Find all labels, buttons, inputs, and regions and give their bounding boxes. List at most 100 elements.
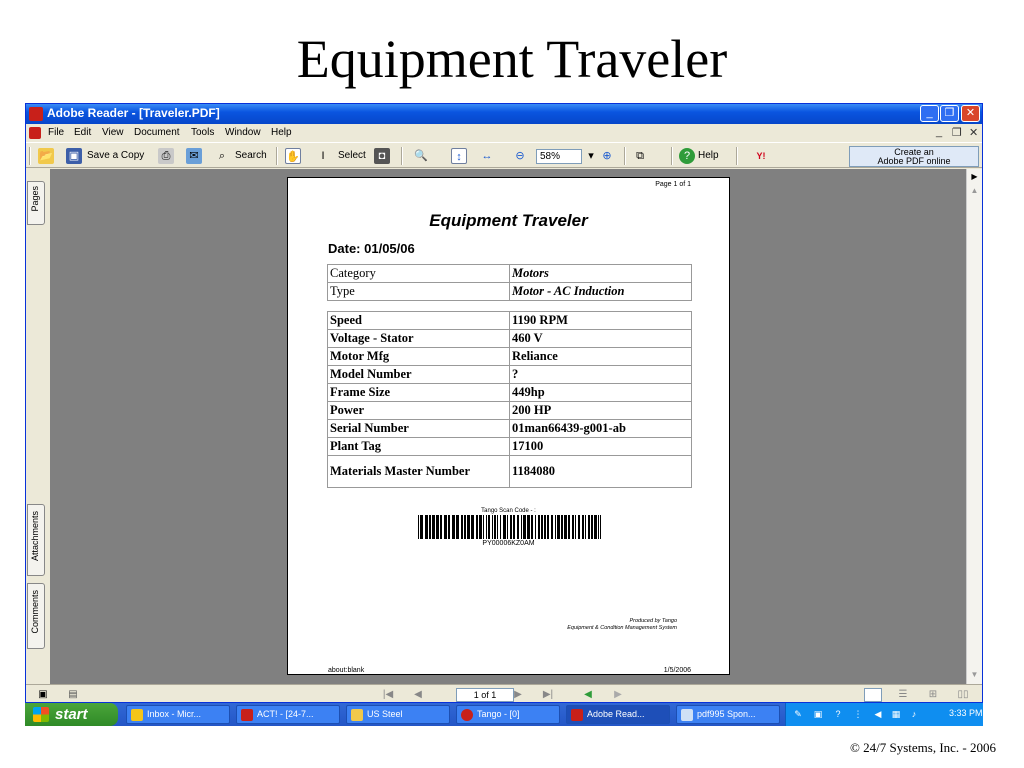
barcode-bar xyxy=(420,515,423,539)
single-page-icon[interactable] xyxy=(864,688,882,702)
task-act[interactable]: ACT! - [24-7... xyxy=(236,705,340,724)
tray-app-icon[interactable]: ▦ xyxy=(890,708,902,720)
help-icon[interactable]: ? xyxy=(679,148,695,164)
page-layout-icon[interactable]: ▤ xyxy=(66,688,80,702)
continuous-facing-icon[interactable]: ⊞ xyxy=(926,688,940,702)
task-adobe-reader[interactable]: Adobe Read... xyxy=(566,705,670,724)
doc-restore-icon[interactable]: ❐ xyxy=(952,126,962,139)
monitor-icon[interactable]: ▣ xyxy=(36,688,50,702)
barcode-bar xyxy=(507,515,508,539)
print-icon[interactable]: ⎙ xyxy=(158,148,174,164)
document-view[interactable]: Page 1 of 1 Equipment Traveler Date: 01/… xyxy=(50,169,966,684)
go-forward-icon[interactable]: ▶ xyxy=(611,688,625,702)
facing-icon[interactable]: ▯▯ xyxy=(956,688,970,702)
field-label: Serial Number xyxy=(327,419,510,438)
zoom-input[interactable]: 58% xyxy=(536,149,582,164)
tray-monitor-icon[interactable]: ▣ xyxy=(812,708,824,720)
rotate-pages-icon[interactable]: ⧉ xyxy=(632,148,648,164)
barcode-bar xyxy=(448,515,450,539)
next-page-icon[interactable]: ▶ xyxy=(511,688,525,702)
system-tray: ✎ ▣ ? ⋮ ◀ ▦ ♪ 3:33 PM xyxy=(785,703,983,726)
select-tool-icon[interactable]: I xyxy=(315,148,331,164)
save-a-copy-button[interactable]: Save a Copy xyxy=(87,147,144,165)
task-inbox[interactable]: Inbox - Micr... xyxy=(126,705,230,724)
barcode-bar xyxy=(557,515,560,539)
act-icon xyxy=(241,709,253,721)
task-tango[interactable]: Tango - [0] xyxy=(456,705,560,724)
create-pdf-line2: Adobe PDF online xyxy=(877,156,951,166)
pdf995-icon xyxy=(681,709,693,721)
zoom-out-icon[interactable]: ⊖ xyxy=(512,148,528,164)
barcode-text: PY00006KZ0AM xyxy=(482,540,535,547)
snapshot-tool-icon[interactable]: ◘ xyxy=(374,148,390,164)
last-page-icon[interactable]: ▶| xyxy=(541,688,555,702)
title-bar[interactable]: Adobe Reader - [Traveler.PDF] _ ❐ ✕ xyxy=(26,104,982,124)
tray-network-icon[interactable]: ⋮ xyxy=(852,708,864,720)
tab-comments-label: Comments xyxy=(30,590,40,634)
table-row: Speed 1190 RPM xyxy=(327,311,692,330)
menu-document[interactable]: Document xyxy=(134,127,180,138)
tab-comments[interactable]: Comments xyxy=(27,583,45,649)
menu-help[interactable]: Help xyxy=(271,127,292,138)
continuous-icon[interactable]: ☰ xyxy=(896,688,910,702)
minimize-button[interactable]: _ xyxy=(920,105,939,122)
scroll-right-arrow-icon[interactable]: ▶ xyxy=(969,171,980,182)
tab-pages[interactable]: Pages xyxy=(27,181,45,225)
menu-window[interactable]: Window xyxy=(225,127,261,138)
hand-tool-icon[interactable]: ✋ xyxy=(285,148,301,164)
create-adobe-pdf-online-button[interactable]: Create an Adobe PDF online xyxy=(849,146,979,167)
barcode-bar xyxy=(488,515,490,539)
email-icon[interactable]: ✉ xyxy=(186,148,202,164)
scroll-up-arrow-icon[interactable]: ▲ xyxy=(969,185,980,196)
open-folder-icon[interactable]: 📂 xyxy=(38,148,54,164)
tray-help-icon[interactable]: ? xyxy=(832,708,844,720)
menu-edit[interactable]: Edit xyxy=(74,127,91,138)
help-button[interactable]: Help xyxy=(698,147,719,165)
zoom-dropdown-icon[interactable]: ▾ xyxy=(583,148,599,164)
close-button[interactable]: ✕ xyxy=(961,105,980,122)
adobe-reader-icon xyxy=(29,107,43,121)
tray-volume-icon[interactable]: ♪ xyxy=(908,708,920,720)
task-us-steel[interactable]: US Steel xyxy=(346,705,450,724)
save-icon[interactable]: ▣ xyxy=(66,148,82,164)
window-title: Adobe Reader - [Traveler.PDF] xyxy=(47,106,220,120)
doc-minimize-icon[interactable]: _ xyxy=(936,126,942,138)
menu-tools[interactable]: Tools xyxy=(191,127,214,138)
tray-tool-icon[interactable]: ✎ xyxy=(792,708,804,720)
field-label: Type xyxy=(327,282,510,301)
barcode-bar xyxy=(551,515,553,539)
barcode xyxy=(418,515,601,539)
maximize-button[interactable]: ❐ xyxy=(940,105,959,122)
first-page-icon[interactable]: |◀ xyxy=(381,688,395,702)
page-footer-date: 1/5/2006 xyxy=(663,667,691,674)
table-row: Voltage - Stator 460 V xyxy=(327,329,692,348)
search-button[interactable]: Search xyxy=(235,147,267,165)
table-row: Serial Number 01man66439-g001-ab xyxy=(327,419,692,438)
fit-width-icon[interactable]: ↔ xyxy=(479,148,495,164)
vertical-scrollbar[interactable]: ▶ ▲ ▼ xyxy=(966,169,982,684)
barcode-bar xyxy=(510,515,512,539)
select-button[interactable]: Select xyxy=(338,147,366,165)
menu-view[interactable]: View xyxy=(102,127,124,138)
previous-page-icon[interactable]: ◀ xyxy=(411,688,425,702)
page-number-field[interactable]: 1 of 1 xyxy=(456,688,514,702)
binoculars-icon[interactable]: ⌕ xyxy=(214,148,230,164)
start-button[interactable]: start xyxy=(25,703,118,726)
go-back-icon[interactable]: ◀ xyxy=(581,688,595,702)
barcode-bar xyxy=(503,515,506,539)
menu-file[interactable]: File xyxy=(48,127,64,138)
actual-size-icon[interactable]: ↕ xyxy=(451,148,467,164)
tab-attachments[interactable]: Attachments xyxy=(27,504,45,576)
zoom-in-tool-icon[interactable]: 🔍 xyxy=(413,148,429,164)
tray-arrow-icon[interactable]: ◀ xyxy=(872,708,884,720)
field-value: Reliance xyxy=(509,347,692,366)
yahoo-icon[interactable]: Y! xyxy=(744,148,778,164)
task-pdf995[interactable]: pdf995 Spon... xyxy=(676,705,780,724)
outlook-icon xyxy=(131,709,143,721)
doc-close-icon[interactable]: ✕ xyxy=(969,126,978,139)
slide-title: Equipment Traveler xyxy=(296,29,728,89)
menu-bar: File Edit View Document Tools Window Hel… xyxy=(26,124,982,142)
zoom-in-icon[interactable]: ⊕ xyxy=(599,148,615,164)
scroll-down-arrow-icon[interactable]: ▼ xyxy=(969,669,980,680)
barcode-bar xyxy=(561,515,563,539)
